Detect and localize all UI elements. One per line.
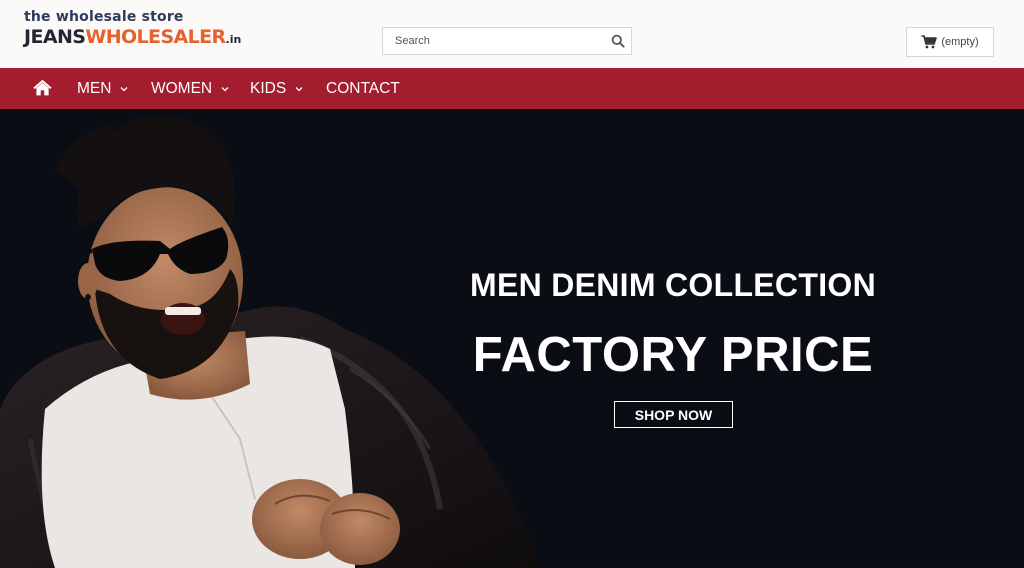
- nav-item-kids[interactable]: KIDS: [250, 68, 303, 109]
- nav-item-label: MEN: [77, 79, 112, 97]
- nav-item-women[interactable]: WOMEN: [151, 68, 229, 109]
- top-header: the wholesale store JEANSWHOLESALER.in (…: [0, 0, 1024, 68]
- chevron-down-icon: [295, 86, 303, 91]
- logo-part-wholesaler: WHOLESALER: [85, 26, 226, 48]
- hero-subtitle: MEN DENIM COLLECTION: [470, 267, 876, 303]
- chevron-down-icon: [221, 86, 229, 91]
- nav-item-label: CONTACT: [326, 79, 400, 97]
- cart-status-label: (empty): [941, 36, 979, 48]
- shopping-cart-icon: [921, 35, 938, 49]
- logo-tagline: the wholesale store: [24, 9, 184, 25]
- search-bar: [382, 27, 632, 55]
- home-icon[interactable]: [33, 79, 52, 96]
- nav-item-label: WOMEN: [151, 79, 213, 97]
- shop-now-button[interactable]: SHOP NOW: [614, 401, 733, 428]
- cart-button[interactable]: (empty): [906, 27, 994, 57]
- main-navigation: MEN WOMEN KIDS CONTACT: [0, 68, 1024, 109]
- nav-item-men[interactable]: MEN: [77, 68, 128, 109]
- search-icon[interactable]: [611, 34, 625, 48]
- logo-wordmark: JEANSWHOLESALER.in: [24, 26, 241, 51]
- nav-item-contact[interactable]: CONTACT: [326, 68, 400, 109]
- chevron-down-icon: [120, 86, 128, 91]
- search-input[interactable]: [383, 28, 605, 54]
- hero-title: FACTORY PRICE: [472, 328, 874, 382]
- nav-item-label: KIDS: [250, 79, 287, 97]
- logo-part-domain: .in: [225, 33, 242, 46]
- site-logo[interactable]: the wholesale store JEANSWHOLESALER.in: [24, 9, 241, 51]
- hero-banner: MEN DENIM COLLECTION FACTORY PRICE SHOP …: [0, 109, 1024, 568]
- logo-part-jeans: JEANS: [24, 26, 86, 48]
